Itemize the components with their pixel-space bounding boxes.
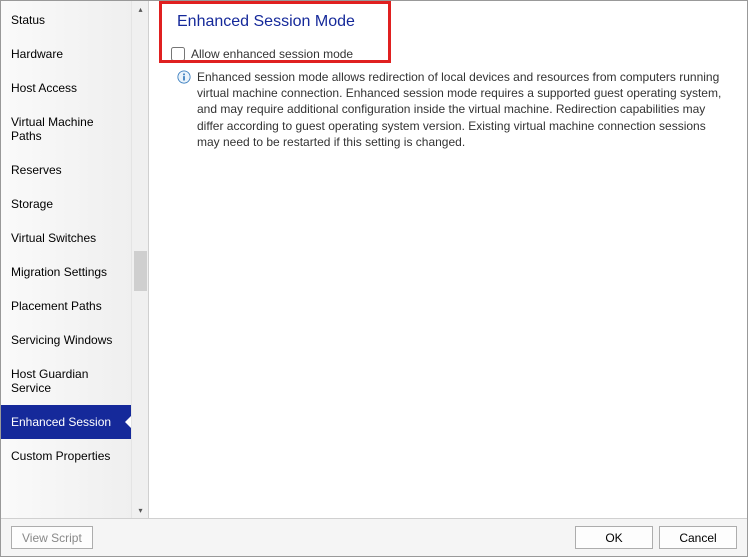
sidebar-item-host-guardian-service[interactable]: Host Guardian Service bbox=[1, 357, 131, 405]
cancel-button[interactable]: Cancel bbox=[659, 526, 737, 549]
sidebar-scrollbar[interactable]: ▴ ▾ bbox=[131, 1, 148, 519]
sidebar-item-label: Virtual Machine Paths bbox=[11, 115, 94, 143]
sidebar-item-virtual-switches[interactable]: Virtual Switches bbox=[1, 221, 131, 255]
sidebar-item-reserves[interactable]: Reserves bbox=[1, 153, 131, 187]
sidebar-item-label: Host Guardian Service bbox=[11, 367, 88, 395]
sidebar-item-label: Migration Settings bbox=[11, 265, 107, 279]
view-script-button[interactable]: View Script bbox=[11, 526, 93, 549]
sidebar-item-placement-paths[interactable]: Placement Paths bbox=[1, 289, 131, 323]
sidebar-item-host-access[interactable]: Host Access bbox=[1, 71, 131, 105]
sidebar-item-label: Status bbox=[11, 13, 45, 27]
sidebar-item-label: Enhanced Session bbox=[11, 415, 111, 429]
sidebar-item-label: Virtual Switches bbox=[11, 231, 96, 245]
page-title: Enhanced Session Mode bbox=[177, 13, 729, 31]
settings-sidebar: Status Hardware Host Access Virtual Mach… bbox=[1, 1, 131, 519]
sidebar-item-hardware[interactable]: Hardware bbox=[1, 37, 131, 71]
sidebar-item-custom-properties[interactable]: Custom Properties bbox=[1, 439, 131, 473]
sidebar-item-label: Servicing Windows bbox=[11, 333, 112, 347]
sidebar-item-servicing-windows[interactable]: Servicing Windows bbox=[1, 323, 131, 357]
allow-enhanced-session-checkbox[interactable] bbox=[171, 47, 185, 61]
ok-button[interactable]: OK bbox=[575, 526, 653, 549]
dialog-footer: View Script OK Cancel bbox=[1, 518, 747, 556]
description-text: Enhanced session mode allows redirection… bbox=[197, 69, 729, 150]
checkbox-label: Allow enhanced session mode bbox=[191, 47, 353, 61]
scroll-thumb[interactable] bbox=[134, 251, 147, 291]
sidebar-item-migration-settings[interactable]: Migration Settings bbox=[1, 255, 131, 289]
scroll-down-icon[interactable]: ▾ bbox=[132, 502, 149, 519]
sidebar-item-label: Placement Paths bbox=[11, 299, 102, 313]
sidebar-item-virtual-machine-paths[interactable]: Virtual Machine Paths bbox=[1, 105, 131, 153]
sidebar-item-label: Host Access bbox=[11, 81, 77, 95]
sidebar-item-enhanced-session[interactable]: Enhanced Session bbox=[1, 405, 131, 439]
sidebar-item-status[interactable]: Status bbox=[1, 3, 131, 37]
sidebar-item-label: Hardware bbox=[11, 47, 63, 61]
main-panel: Enhanced Session Mode Allow enhanced ses… bbox=[149, 1, 747, 519]
sidebar-item-storage[interactable]: Storage bbox=[1, 187, 131, 221]
allow-enhanced-session-row[interactable]: Allow enhanced session mode bbox=[171, 47, 729, 61]
scroll-up-icon[interactable]: ▴ bbox=[132, 1, 149, 18]
sidebar-item-label: Custom Properties bbox=[11, 449, 110, 463]
sidebar-item-label: Reserves bbox=[11, 163, 62, 177]
info-icon bbox=[177, 70, 191, 84]
sidebar-item-label: Storage bbox=[11, 197, 53, 211]
